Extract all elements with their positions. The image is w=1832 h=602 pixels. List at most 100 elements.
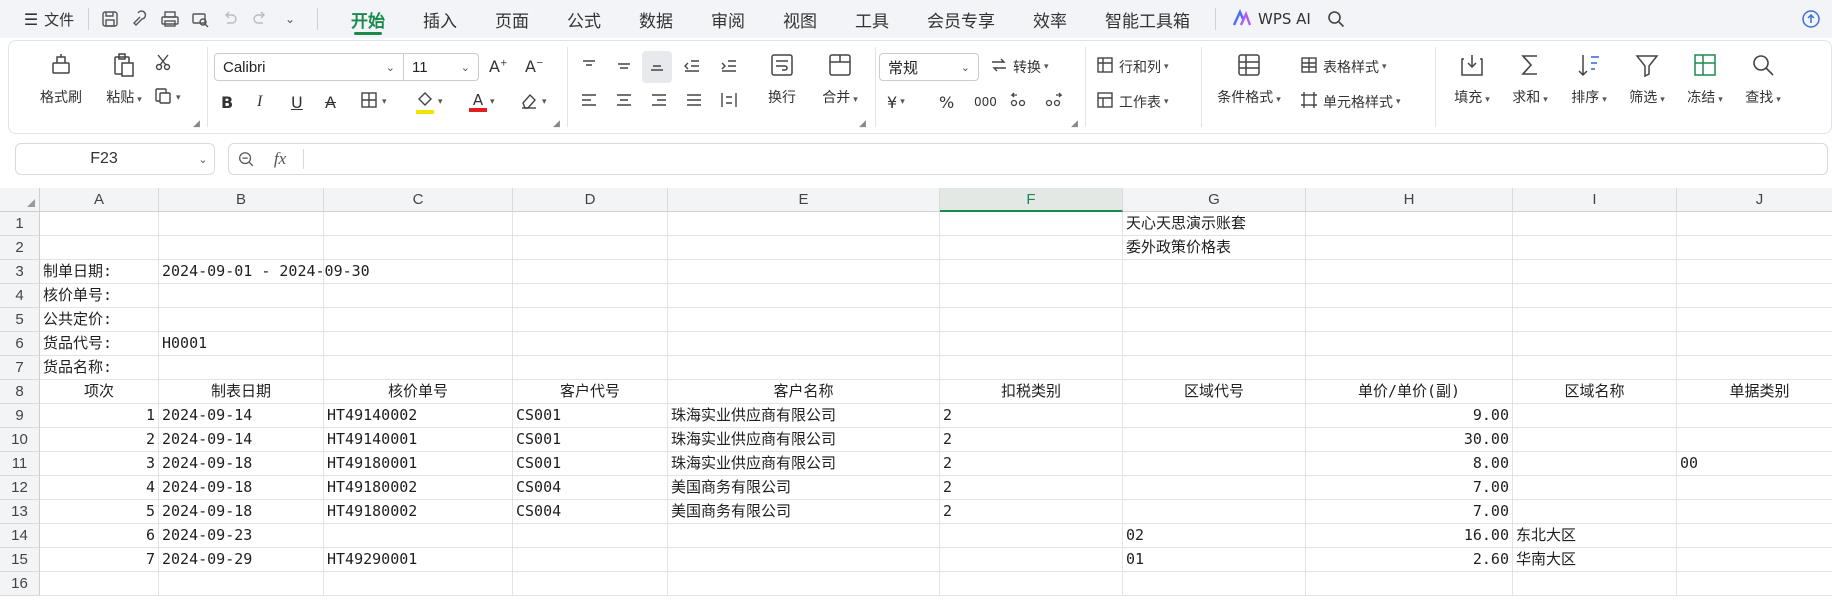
chevron-down-icon[interactable]: ⌄ — [275, 4, 305, 34]
cell-a12[interactable]: 4 — [40, 476, 159, 500]
thousands-button[interactable]: 000 — [974, 89, 997, 115]
cell-g7[interactable] — [1123, 356, 1306, 380]
cell-i15[interactable]: 华南大区 — [1513, 548, 1677, 572]
cell-g1[interactable]: 天心天思演示账套 — [1123, 212, 1306, 236]
cell-e15[interactable] — [668, 548, 940, 572]
cell-g4[interactable] — [1123, 284, 1306, 308]
cell-d15[interactable] — [513, 548, 668, 572]
cell-a7[interactable]: 货品名称: — [40, 356, 159, 380]
fill-button[interactable]: 填充 ▾ — [1443, 49, 1501, 107]
cell-i5[interactable] — [1513, 308, 1677, 332]
cell-f11[interactable]: 2 — [940, 452, 1123, 476]
cell-i12[interactable] — [1513, 476, 1677, 500]
clipboard-launcher-icon[interactable]: ◢ — [193, 119, 200, 129]
row-header-12[interactable]: 12 — [0, 476, 40, 500]
cell-h10[interactable]: 30.00 — [1306, 428, 1513, 452]
cell-c12[interactable]: HT49180002 — [324, 476, 513, 500]
align-right-button[interactable] — [649, 89, 669, 115]
cell-h8[interactable]: 单价/单价(副) — [1306, 380, 1513, 404]
cell-f10[interactable]: 2 — [940, 428, 1123, 452]
cell-f9[interactable]: 2 — [940, 404, 1123, 428]
cell-f15[interactable] — [940, 548, 1123, 572]
cell-j8[interactable]: 单据类别 — [1677, 380, 1832, 404]
cell-j6[interactable] — [1677, 332, 1832, 356]
cell-h1[interactable] — [1306, 212, 1513, 236]
cell-i11[interactable] — [1513, 452, 1677, 476]
cell-b7[interactable] — [159, 356, 324, 380]
justify-button[interactable] — [684, 89, 704, 115]
row-header-9[interactable]: 9 — [0, 404, 40, 428]
percent-button[interactable]: % — [939, 89, 954, 115]
cell-f6[interactable] — [940, 332, 1123, 356]
cell-a6[interactable]: 货品代号: — [40, 332, 159, 356]
save-icon[interactable] — [95, 4, 125, 34]
row-header-4[interactable]: 4 — [0, 284, 40, 308]
cell-d13[interactable]: CS004 — [513, 500, 668, 524]
cell-g16[interactable] — [1123, 572, 1306, 596]
cell-b3[interactable]: 2024-09-01 - 2024-09-30 — [159, 260, 370, 284]
row-header-5[interactable]: 5 — [0, 308, 40, 332]
font-size-select[interactable]: 11 ⌄ — [403, 53, 479, 81]
row-header-7[interactable]: 7 — [0, 356, 40, 380]
cell-i7[interactable] — [1513, 356, 1677, 380]
cell-h2[interactable] — [1306, 236, 1513, 260]
tab-data[interactable]: 数据 — [620, 0, 692, 38]
cell-style-button[interactable]: 单元格样式 ▾ — [1299, 89, 1401, 115]
cell-c8[interactable]: 核价单号 — [324, 380, 513, 404]
row-header-15[interactable]: 15 — [0, 548, 40, 572]
increase-decimal-button[interactable] — [1009, 89, 1029, 115]
format-painter-button[interactable]: 格式刷 — [31, 49, 91, 107]
alignment-launcher-icon[interactable]: ◢ — [859, 119, 866, 129]
row-header-8[interactable]: 8 — [0, 380, 40, 404]
column-header-h[interactable]: H — [1306, 188, 1513, 212]
cell-c13[interactable]: HT49180002 — [324, 500, 513, 524]
cell-e10[interactable]: 珠海实业供应商有限公司 — [668, 428, 940, 452]
cell-j3[interactable] — [1677, 260, 1832, 284]
column-header-g[interactable]: G — [1123, 188, 1306, 212]
cell-d7[interactable] — [513, 356, 668, 380]
cell-h15[interactable]: 2.60 — [1306, 548, 1513, 572]
cell-i9[interactable] — [1513, 404, 1677, 428]
cell-g8[interactable]: 区域代号 — [1123, 380, 1306, 404]
cell-b4[interactable] — [159, 284, 324, 308]
column-header-i[interactable]: I — [1513, 188, 1677, 212]
cell-g15[interactable]: 01 — [1123, 548, 1306, 572]
column-header-j[interactable]: J — [1677, 188, 1832, 212]
cell-c1[interactable] — [324, 212, 513, 236]
cell-h13[interactable]: 7.00 — [1306, 500, 1513, 524]
cell-j9[interactable] — [1677, 404, 1832, 428]
align-center-button[interactable] — [614, 89, 634, 115]
cell-e5[interactable] — [668, 308, 940, 332]
cell-f12[interactable]: 2 — [940, 476, 1123, 500]
cell-f4[interactable] — [940, 284, 1123, 308]
sum-button[interactable]: 求和 ▾ — [1501, 49, 1559, 107]
decrease-font-button[interactable]: A− — [525, 53, 544, 79]
tab-formula[interactable]: 公式 — [548, 0, 620, 38]
fill-color-button[interactable]: ▾ — [415, 89, 443, 115]
cell-e9[interactable]: 珠海实业供应商有限公司 — [668, 404, 940, 428]
cell-b14[interactable]: 2024-09-23 — [159, 524, 324, 548]
cell-i10[interactable] — [1513, 428, 1677, 452]
font-launcher-icon[interactable]: ◢ — [553, 119, 560, 129]
cell-d9[interactable]: CS001 — [513, 404, 668, 428]
cell-e6[interactable] — [668, 332, 940, 356]
italic-button[interactable]: I — [257, 89, 262, 115]
cell-h5[interactable] — [1306, 308, 1513, 332]
row-header-14[interactable]: 14 — [0, 524, 40, 548]
cell-a3[interactable]: 制单日期: — [40, 260, 159, 284]
cell-e12[interactable]: 美国商务有限公司 — [668, 476, 940, 500]
formula-bar[interactable]: fx — [228, 143, 1828, 175]
chevron-down-icon[interactable]: ⌄ — [192, 153, 214, 166]
underline-button[interactable]: U — [291, 89, 303, 115]
file-menu[interactable]: ☰ 文件 — [20, 4, 78, 34]
cell-b6[interactable]: H0001 — [159, 332, 324, 356]
cell-g10[interactable] — [1123, 428, 1306, 452]
clear-format-button[interactable]: ▾ — [519, 89, 547, 115]
print-preview-icon[interactable] — [185, 4, 215, 34]
cell-i6[interactable] — [1513, 332, 1677, 356]
cell-e11[interactable]: 珠海实业供应商有限公司 — [668, 452, 940, 476]
strikethrough-button[interactable]: A — [325, 89, 336, 115]
cell-c7[interactable] — [324, 356, 513, 380]
increase-indent-button[interactable] — [719, 55, 739, 81]
conditional-format-button[interactable]: 条件格式 ▾ — [1209, 49, 1289, 107]
